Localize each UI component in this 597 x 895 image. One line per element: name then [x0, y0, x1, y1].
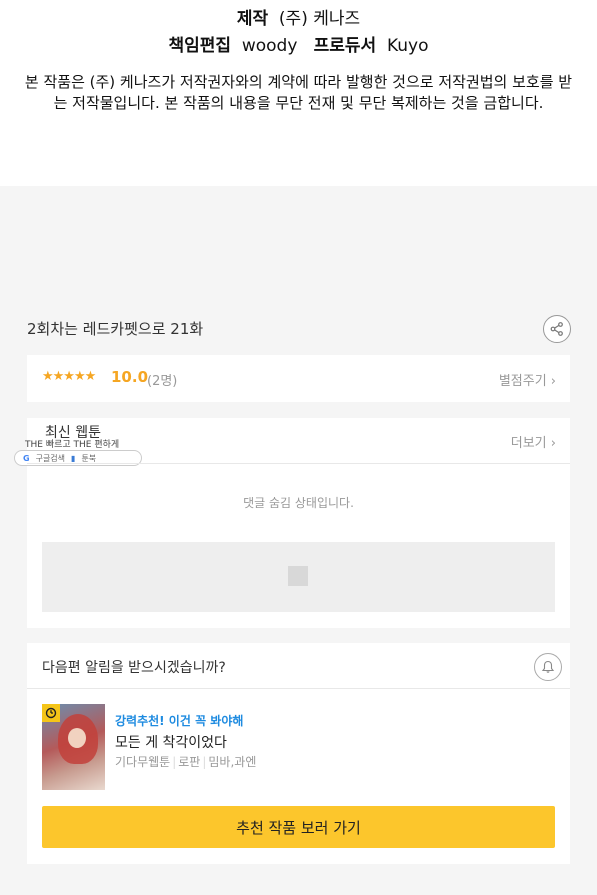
chevron-right-icon: ›	[550, 374, 556, 389]
meta-tag: 밈바,과엔	[208, 755, 257, 769]
copyright-notice: 본 작품은 (주) 케나즈가 저작권자와의 계약에 따라 발행한 것으로 저작권…	[24, 73, 573, 112]
rate-button[interactable]: 별점주기 ›	[499, 370, 556, 389]
episode-title: 2회차는 레드카펫으로 21화	[27, 320, 204, 338]
more-button[interactable]: 더보기 ›	[511, 432, 556, 451]
notify-button[interactable]	[534, 653, 562, 681]
meta-tag: 기다무웹툰	[115, 755, 171, 769]
credit-role: 프로듀서	[313, 36, 377, 56]
rating-card: ★★★★★ 10.0 (2명) 별점주기 ›	[27, 355, 570, 402]
latest-webtoon-card: 최신 웹툰 THE 빠르고 THE 편하게 G 구글검색 ▮ 툰북 더보기 › …	[14, 418, 570, 628]
credit-editor-line: 책임편집 woody 프로듀서 Kuyo	[0, 31, 597, 56]
comments-hidden-message: 댓글 숨김 상태입니다.	[243, 496, 354, 510]
notify-card: 다음편 알림을 받으시겠습니까? 강력추천! 이건 꼭 봐야해 모든 게 착각이…	[27, 643, 570, 864]
bell-icon	[541, 660, 555, 673]
credit-role: 책임편집	[168, 36, 232, 56]
recommend-meta: 기다무웹툰 | 로판 | 밈바,과엔	[115, 755, 257, 769]
recommend-title[interactable]: 모든 게 착각이었다	[115, 732, 227, 752]
book-label: 툰북	[81, 453, 97, 463]
recommend-thumbnail[interactable]	[42, 704, 105, 790]
rating-count: (2명)	[147, 374, 178, 389]
share-icon	[550, 322, 563, 336]
google-search-label: 구글검색	[35, 453, 66, 463]
divider	[27, 463, 570, 464]
rating-stars: ★★★★★	[42, 369, 96, 384]
credit-role: 제작	[236, 9, 269, 29]
divider	[27, 688, 570, 689]
image-placeholder-icon	[288, 566, 308, 586]
book-icon: ▮	[71, 453, 76, 463]
notify-question: 다음편 알림을 받으시겠습니까?	[42, 660, 226, 676]
ad-placeholder	[42, 542, 555, 612]
recommend-tag: 강력추천! 이건 꼭 봐야해	[115, 714, 244, 728]
credit-name: Kuyo	[386, 36, 429, 56]
credits-section: 제작 (주) 케나즈 책임편집 woody 프로듀서 Kuyo 본 작품은 (주…	[0, 0, 597, 186]
credit-name: woody	[241, 36, 298, 56]
credit-name: (주) 케나즈	[278, 9, 361, 29]
credit-producer-line: 제작 (주) 케나즈	[0, 4, 597, 29]
meta-tag: 로판	[178, 755, 201, 769]
share-button[interactable]	[543, 315, 571, 343]
overlay-slogan: THE 빠르고 THE 편하게	[25, 440, 120, 450]
rate-label: 별점주기	[498, 374, 547, 389]
view-recommendations-button[interactable]: 추천 작품 보러 가기	[42, 806, 555, 848]
chevron-right-icon: ›	[550, 436, 556, 451]
more-label: 더보기	[510, 436, 547, 451]
rating-score: 10.0	[111, 368, 149, 386]
google-icon: G	[23, 453, 30, 463]
clock-icon	[42, 704, 60, 722]
